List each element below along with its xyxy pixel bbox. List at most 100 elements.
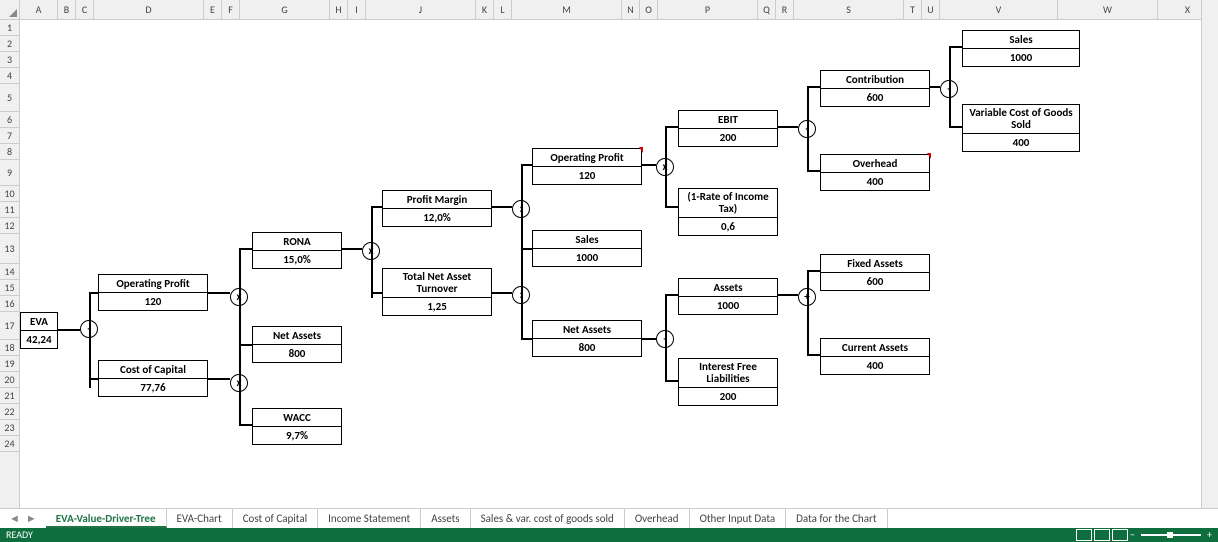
node-assets[interactable]: Assets 1000 (678, 278, 778, 315)
zoom-in-icon[interactable]: + (1207, 528, 1212, 542)
column-header[interactable]: D (94, 0, 204, 19)
column-header[interactable]: R (776, 0, 794, 19)
row-header[interactable]: 20 (0, 372, 19, 388)
column-header[interactable]: B (58, 0, 76, 19)
zoom-slider[interactable] (1141, 534, 1201, 536)
column-header[interactable]: Q (758, 0, 776, 19)
vertical-scrollbar[interactable] (1201, 0, 1218, 508)
row-header[interactable]: 16 (0, 296, 19, 312)
row-header[interactable]: 19 (0, 356, 19, 372)
node-operating-profit-2[interactable]: Operating Profit 120 (532, 148, 642, 185)
node-total-net-asset-turnover[interactable]: Total Net Asset Turnover 1,25 (382, 268, 492, 316)
row-header[interactable]: 18 (0, 340, 19, 356)
node-overhead[interactable]: Overhead 400 (820, 154, 930, 191)
node-title: Fixed Assets (821, 255, 929, 273)
node-sales[interactable]: Sales 1000 (532, 230, 642, 267)
node-title: Operating Profit (533, 149, 641, 167)
row-header[interactable]: 11 (0, 202, 19, 218)
row-header[interactable]: 3 (0, 52, 19, 68)
node-operating-profit[interactable]: Operating Profit 120 (98, 274, 208, 311)
column-header[interactable]: S (794, 0, 904, 19)
node-cost-of-capital[interactable]: Cost of Capital 77,76 (98, 360, 208, 397)
row-header[interactable]: 21 (0, 388, 19, 404)
connector (665, 206, 678, 208)
node-vcogs[interactable]: Variable Cost of Goods Sold 400 (962, 104, 1080, 152)
row-header[interactable]: 15 (0, 280, 19, 296)
node-current-assets[interactable]: Current Assets 400 (820, 338, 930, 375)
row-header[interactable]: 5 (0, 84, 19, 112)
tab-next-icon[interactable]: ► (23, 512, 40, 525)
connector (642, 164, 656, 166)
node-eva[interactable]: EVA 42,24 (20, 312, 58, 349)
column-header[interactable]: L (494, 0, 512, 19)
tab-nav[interactable]: ◄► (0, 509, 46, 528)
node-tax-rate[interactable]: (1-Rate of Income Tax) 0,6 (678, 188, 778, 236)
sheet-tab[interactable]: Data for the Chart (786, 509, 887, 528)
row-header[interactable]: 9 (0, 160, 19, 186)
column-header[interactable]: W (1058, 0, 1158, 19)
view-page-break-icon[interactable] (1112, 529, 1128, 541)
row-header[interactable]: 12 (0, 218, 19, 234)
zoom-out-icon[interactable]: − (1130, 528, 1135, 542)
view-page-layout-icon[interactable] (1094, 529, 1110, 541)
column-header[interactable]: C (76, 0, 94, 19)
row-header[interactable]: 13 (0, 234, 19, 264)
sheet-tab[interactable]: EVA-Value-Driver-Tree (46, 509, 167, 528)
row-header[interactable]: 14 (0, 264, 19, 280)
node-fixed-assets[interactable]: Fixed Assets 600 (820, 254, 930, 291)
node-value: 400 (821, 357, 929, 374)
connector (89, 292, 91, 388)
column-header[interactable]: E (204, 0, 222, 19)
column-header[interactable]: O (640, 0, 658, 19)
comment-indicator-icon[interactable] (927, 153, 931, 159)
tab-prev-icon[interactable]: ◄ (6, 512, 23, 525)
node-title: (1-Rate of Income Tax) (679, 189, 777, 218)
node-value: 42,24 (21, 331, 57, 348)
column-header[interactable]: U (922, 0, 940, 19)
row-header[interactable]: 8 (0, 144, 19, 160)
column-header[interactable]: F (222, 0, 240, 19)
view-normal-icon[interactable] (1076, 529, 1092, 541)
row-header[interactable]: 24 (0, 436, 19, 452)
column-header[interactable]: G (240, 0, 330, 19)
row-header[interactable]: 10 (0, 186, 19, 202)
node-net-assets-2[interactable]: Net Assets 800 (532, 320, 642, 357)
column-header[interactable]: K (476, 0, 494, 19)
row-header[interactable]: 23 (0, 420, 19, 436)
column-header[interactable]: T (904, 0, 922, 19)
row-header[interactable]: 22 (0, 404, 19, 420)
column-header[interactable]: H (330, 0, 348, 19)
comment-indicator-icon[interactable] (639, 147, 643, 153)
node-net-assets[interactable]: Net Assets 800 (252, 326, 342, 363)
select-all-corner[interactable] (0, 0, 20, 20)
column-header[interactable]: M (512, 0, 622, 19)
row-header[interactable]: 6 (0, 112, 19, 128)
node-sales-2[interactable]: Sales 1000 (962, 30, 1080, 67)
node-ebit[interactable]: EBIT 200 (678, 110, 778, 147)
sheet-tab[interactable]: Overhead (625, 509, 690, 528)
sheet-tab[interactable]: Cost of Capital (233, 509, 318, 528)
sheet-tab[interactable]: Other Input Data (690, 509, 787, 528)
column-header[interactable]: J (366, 0, 476, 19)
node-profit-margin[interactable]: Profit Margin 12,0% (382, 190, 492, 227)
sheet-tab[interactable]: Sales & var. cost of goods sold (471, 509, 625, 528)
node-title: Current Assets (821, 339, 929, 357)
node-contribution[interactable]: Contribution 600 (820, 70, 930, 107)
connector (521, 248, 523, 340)
row-header[interactable]: 4 (0, 68, 19, 84)
column-header[interactable]: I (348, 0, 366, 19)
sheet-tab[interactable]: Income Statement (318, 509, 421, 528)
sheet-tab[interactable]: EVA-Chart (167, 509, 233, 528)
node-rona[interactable]: RONA 15,0% (252, 232, 342, 269)
node-interest-free-liabilities[interactable]: Interest Free Liabilities 200 (678, 358, 778, 406)
row-header[interactable]: 1 (0, 20, 19, 36)
column-header[interactable]: A (20, 0, 58, 19)
node-wacc[interactable]: WACC 9,7% (252, 408, 342, 445)
column-header[interactable]: V (940, 0, 1058, 19)
row-header[interactable]: 17 (0, 312, 19, 340)
row-header[interactable]: 7 (0, 128, 19, 144)
column-header[interactable]: N (622, 0, 640, 19)
column-header[interactable]: P (658, 0, 758, 19)
sheet-tab[interactable]: Assets (421, 509, 470, 528)
row-header[interactable]: 2 (0, 36, 19, 52)
